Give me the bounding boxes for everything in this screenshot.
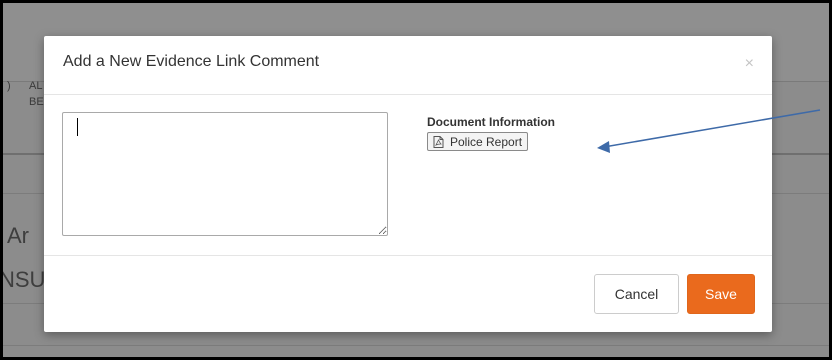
background-text: BE	[29, 96, 44, 108]
modal-header: Add a New Evidence Link Comment ×	[44, 36, 772, 95]
background-heading: Ar	[7, 223, 29, 248]
police-report-label: Police Report	[450, 134, 523, 149]
save-button[interactable]: Save	[687, 274, 755, 314]
background-divider	[3, 345, 829, 346]
background-heading: NSU	[0, 267, 46, 292]
document-information-label: Document Information	[427, 115, 555, 129]
pdf-file-icon	[433, 135, 444, 148]
police-report-document-button[interactable]: Police Report	[427, 132, 529, 151]
document-information: Document Information Police Report	[427, 115, 555, 153]
comment-textarea[interactable]	[62, 112, 388, 236]
background-text: AL	[29, 80, 43, 92]
text-caret	[77, 118, 78, 136]
close-button[interactable]: ×	[745, 56, 754, 72]
cancel-button[interactable]: Cancel	[594, 274, 679, 314]
modal-title: Add a New Evidence Link Comment	[63, 53, 320, 70]
evidence-comment-modal: Add a New Evidence Link Comment × Docume…	[44, 36, 772, 332]
background-text: )	[7, 80, 11, 92]
